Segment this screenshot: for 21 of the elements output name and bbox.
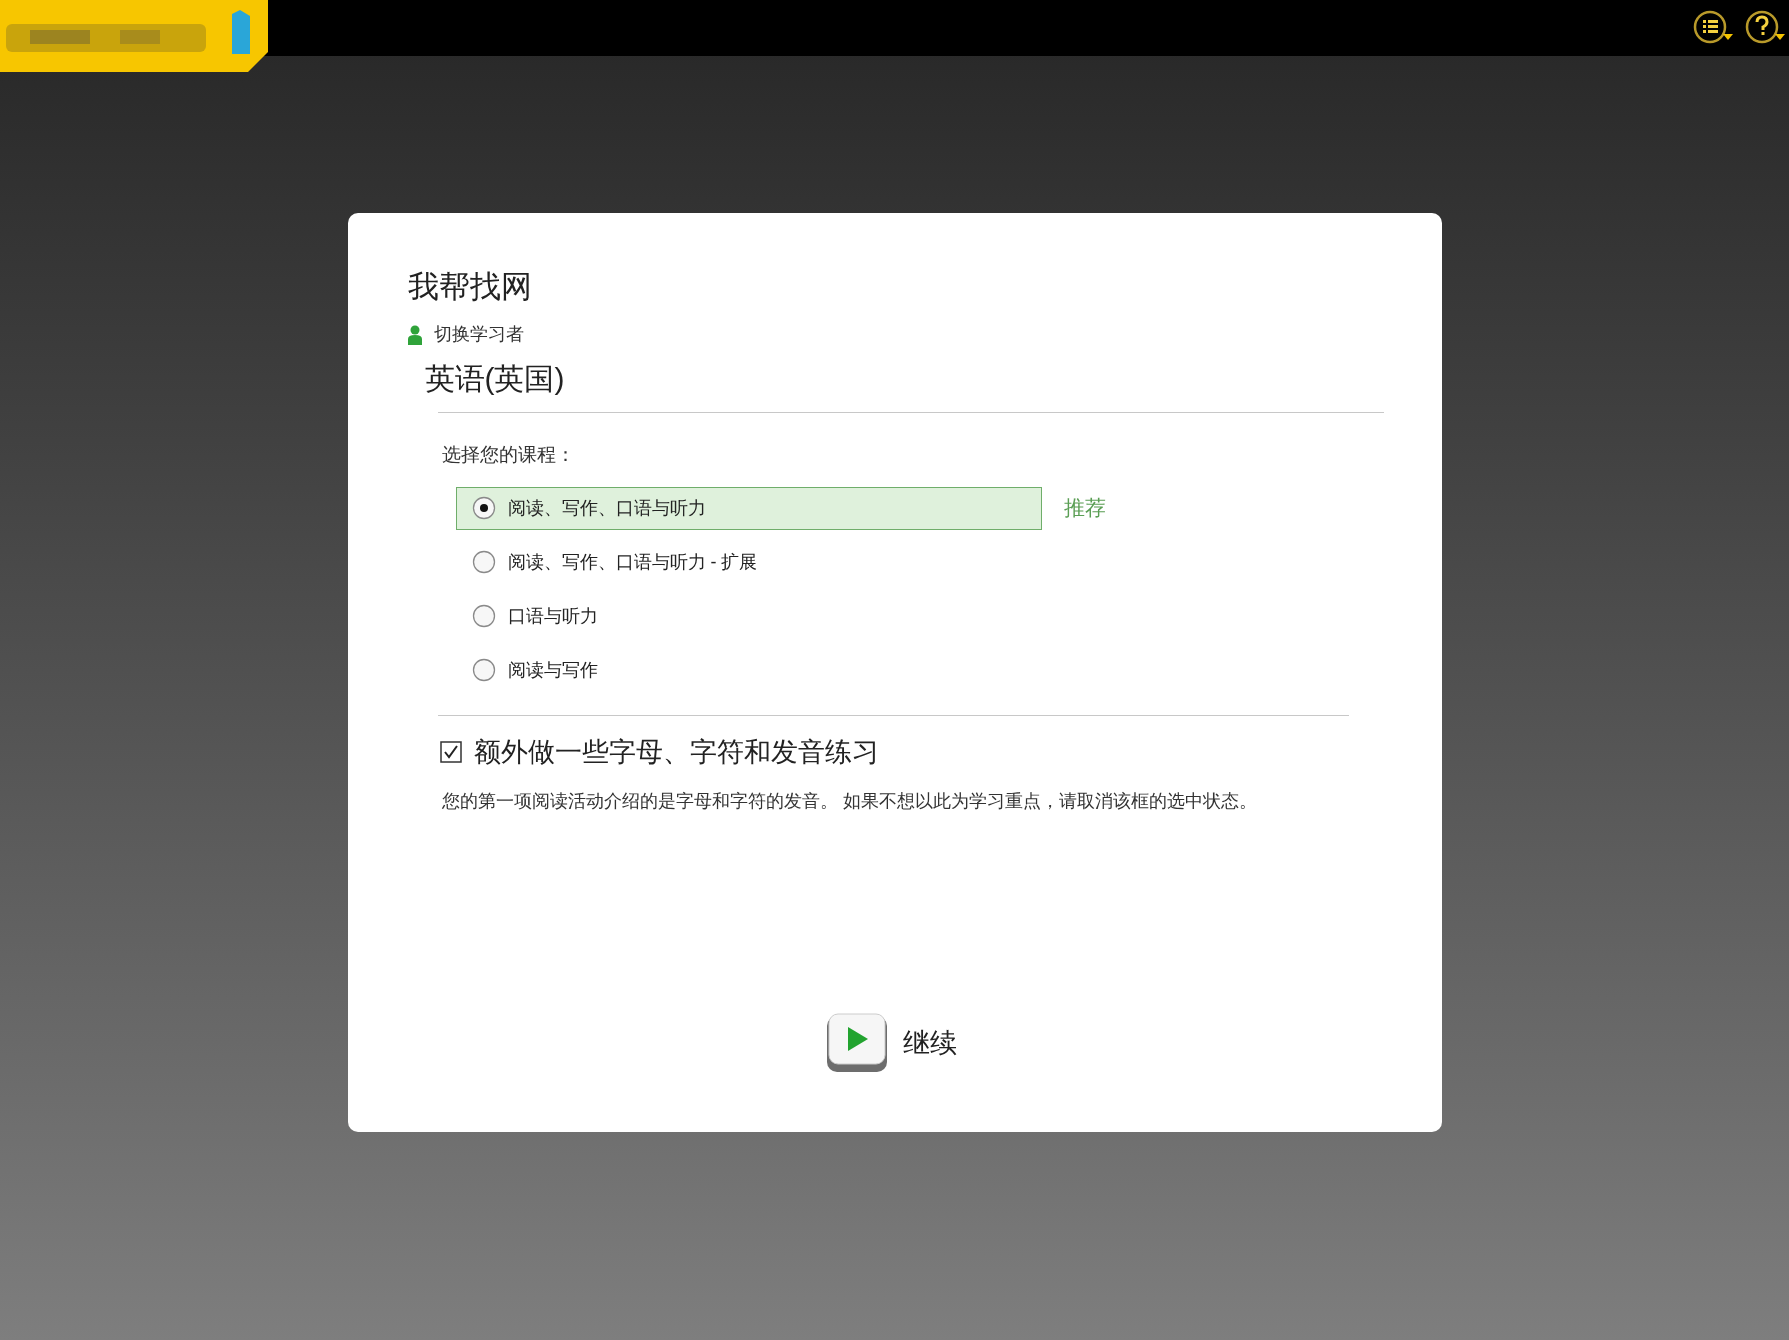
list-menu-icon[interactable] [1693,8,1733,46]
course-prompt: 选择您的课程： [441,442,576,467]
course-option[interactable]: 阅读、写作、口语与听力 - 扩展 [455,540,1042,584]
course-option[interactable]: 阅读、写作、口语与听力 [455,486,1042,530]
help-icon[interactable] [1745,8,1785,46]
play-icon [824,1012,889,1074]
language-heading: 英语(英国) [424,361,566,397]
dialog-title: 我帮找网 [407,271,533,302]
description-text: 您的第一项阅读活动介绍的是字母和字符的发音。 如果不想以此为学习重点，请取消该框的选中状态。 [441,789,1258,813]
radio-icon [471,496,496,520]
course-option[interactable]: 口语与听力 [455,594,1042,638]
radio-icon [471,550,496,574]
checkbox[interactable] [439,741,462,764]
continue-button[interactable]: 继续 [824,1012,957,1074]
course-option[interactable]: 阅读与写作 [455,648,1042,692]
radio-icon [471,658,496,682]
radio-icon [471,604,496,628]
extra-practice-label: 额外做一些字母、字符和发音练习 [473,736,879,769]
person-icon [407,324,422,345]
switch-learner-link[interactable]: 切换学习者 [433,321,524,348]
recommended-label: 推荐 [1063,495,1106,522]
